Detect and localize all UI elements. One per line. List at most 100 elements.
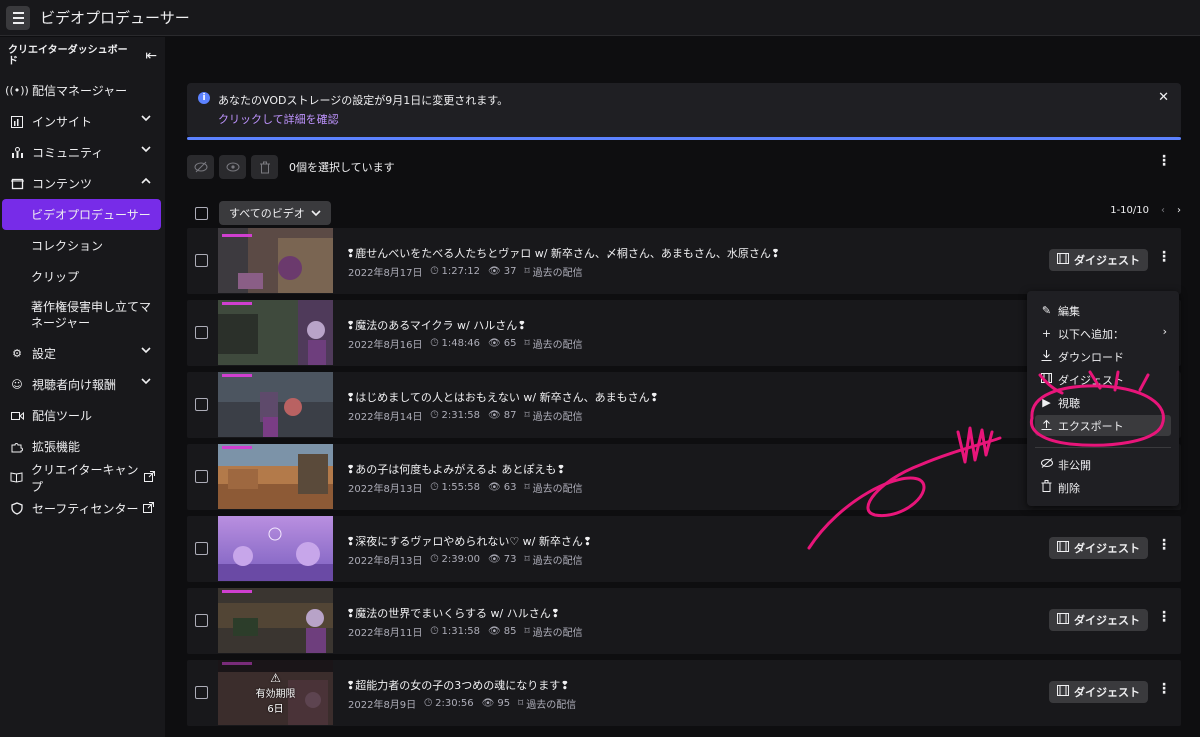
sidebar-item-label: コンテンツ (32, 177, 93, 191)
video-type: 過去の配信 (532, 340, 583, 351)
video-title[interactable]: ❢鹿せんべいをたべる人たちとヴァロ w/ 新卒さん、〆桐さん、あまもさん、水原さ… (346, 245, 780, 261)
menu-item-label: 非公開 (1058, 458, 1091, 472)
menu-item-unpublish[interactable]: 非公開 (1035, 454, 1171, 475)
row-checkbox[interactable] (195, 398, 208, 411)
video-views: 85 (503, 626, 517, 637)
menu-item-download[interactable]: ダウンロード (1035, 346, 1171, 367)
type-group: ⌑ 過去の配信 (524, 408, 582, 423)
menu-item-edit[interactable]: ✎ 編集 (1035, 300, 1171, 321)
more-options-icon[interactable]: ⋮ (1157, 153, 1171, 169)
digest-button[interactable]: ダイジェスト (1049, 609, 1148, 631)
row-checkbox[interactable] (195, 542, 208, 555)
video-duration: 1:31:58 (441, 626, 481, 637)
digest-label: ダイジェスト (1074, 686, 1140, 699)
digest-button[interactable]: ダイジェスト (1049, 249, 1148, 271)
sidebar-item-safety-center[interactable]: セーフティセンター (0, 493, 165, 524)
sidebar-item-collections[interactable]: コレクション (0, 230, 165, 261)
table-row[interactable]: ❢深夜にするヴァロやめられない♡ w/ 新卒さん❢ 2022年8月13日 🕒︎ 2… (187, 516, 1181, 582)
video-views: 73 (503, 554, 517, 565)
row-checkbox[interactable] (195, 326, 208, 339)
sidebar-title: クリエイターダッシュボード (8, 45, 128, 67)
unpublish-selected-button[interactable] (187, 155, 214, 179)
video-thumbnail[interactable] (218, 228, 333, 293)
eye-icon: 👁︎ (488, 266, 501, 277)
sidebar-item-community[interactable]: コミュニティ (0, 137, 165, 168)
sidebar-item-content[interactable]: コンテンツ (0, 168, 165, 199)
video-thumbnail[interactable] (218, 444, 333, 509)
external-link-icon (142, 501, 154, 516)
filter-row: すべてのビデオ 1-10/10 ‹ › (187, 201, 1181, 225)
hamburger-menu-button[interactable] (6, 5, 30, 30)
video-title[interactable]: ❢あの子は何度もよみがえるよ あとぽえも❢ (346, 461, 566, 477)
sidebar-item-label: コミュニティ (32, 146, 104, 160)
table-row[interactable]: ❢魔法の世界でまいくらする w/ ハルさん❢ 2022年8月11日 🕒︎ 1:31… (187, 588, 1181, 654)
row-more-options-icon[interactable]: ⋮ (1157, 537, 1171, 553)
video-filter-dropdown[interactable]: すべてのビデオ (219, 201, 331, 225)
storage-notice-banner: i あなたのVODストレージの設定が9月1日に変更されます。 クリックして詳細を… (187, 83, 1181, 140)
row-more-options-icon[interactable]: ⋮ (1157, 609, 1171, 625)
menu-item-watch[interactable]: ▶ 視聴 (1035, 392, 1171, 413)
video-views: 37 (503, 266, 517, 277)
sidebar-item-clips[interactable]: クリップ (0, 261, 165, 292)
select-all-checkbox[interactable] (195, 207, 208, 220)
menu-item-delete[interactable]: 削除 (1035, 477, 1171, 498)
sidebar-item-video-producer[interactable]: ビデオプロデューサー (2, 199, 161, 230)
sidebar-item-extensions[interactable]: 拡張機能 (0, 431, 165, 462)
duration-group: 🕒︎ 2:31:58 (431, 408, 480, 423)
sidebar-item-label: 視聴者向け報酬 (32, 378, 117, 392)
video-thumbnail[interactable] (218, 516, 333, 581)
page-range: 1-10/10 (1110, 205, 1149, 216)
views-group: 👁︎ 65 (488, 336, 516, 351)
table-row[interactable]: ⚠ 有効期限 6日 ❢超能力者の女の子の3つめの魂になります❢ 2022年8月9… (187, 660, 1181, 726)
notice-details-link[interactable]: クリックして詳細を確認 (218, 111, 339, 127)
menu-divider (1035, 447, 1171, 448)
video-thumbnail[interactable] (218, 372, 333, 437)
row-checkbox[interactable] (195, 614, 208, 627)
video-title[interactable]: ❢深夜にするヴァロやめられない♡ w/ 新卒さん❢ (346, 533, 592, 549)
video-thumbnail[interactable]: ⚠ 有効期限 6日 (218, 660, 333, 725)
sidebar-header: クリエイターダッシュボード ⇤ (0, 37, 165, 75)
menu-item-add-to[interactable]: + 以下へ追加： (1035, 323, 1171, 344)
clock-icon: 🕒︎ (430, 410, 439, 421)
video-views: 95 (497, 698, 511, 709)
menu-item-digest[interactable]: ダイジェスト (1035, 369, 1171, 390)
views-group: 👁︎ 63 (488, 480, 516, 495)
sidebar-item-settings[interactable]: ⚙ 設定 (0, 338, 165, 369)
video-date: 2022年8月13日 (348, 484, 423, 495)
digest-button[interactable]: ダイジェスト (1049, 681, 1148, 703)
sidebar-item-creator-camp[interactable]: クリエイターキャンプ (0, 462, 165, 494)
row-checkbox[interactable] (195, 254, 208, 267)
row-checkbox[interactable] (195, 470, 208, 483)
prev-page-icon[interactable]: ‹ (1161, 205, 1165, 216)
row-more-options-icon[interactable]: ⋮ (1157, 249, 1171, 265)
video-thumbnail[interactable] (218, 588, 333, 653)
video-title[interactable]: ❢魔法のあるマイクラ w/ ハルさん❢ (346, 317, 526, 333)
sidebar-item-stream-manager[interactable]: ((•)) 配信マネージャー (0, 75, 165, 106)
digest-button[interactable]: ダイジェスト (1049, 537, 1148, 559)
sidebar-item-copyright-claims[interactable]: 著作権侵害申し立てマネージャー (0, 292, 165, 338)
row-more-options-icon[interactable]: ⋮ (1157, 681, 1171, 697)
sidebar-item-insights[interactable]: インサイト (0, 106, 165, 137)
chevron-down-icon (141, 114, 151, 125)
next-page-icon[interactable]: › (1177, 205, 1181, 216)
menu-item-label: ダイジェスト (1058, 373, 1124, 387)
chevron-right-icon: › (1162, 325, 1167, 338)
video-title[interactable]: ❢魔法の世界でまいくらする w/ ハルさん❢ (346, 605, 560, 621)
delete-selected-button[interactable] (251, 155, 278, 179)
video-title[interactable]: ❢超能力者の女の子の3つめの魂になります❢ (346, 677, 569, 693)
collapse-sidebar-icon[interactable]: ⇤ (145, 48, 157, 64)
row-checkbox[interactable] (195, 686, 208, 699)
publish-selected-button[interactable] (219, 155, 246, 179)
eye-icon: 👁︎ (488, 626, 501, 637)
video-title[interactable]: ❢はじめましての人とはおもえない w/ 新卒さん、あまもさん❢ (346, 389, 659, 405)
clock-icon: 🕒︎ (430, 338, 439, 349)
type-group: ⌑ 過去の配信 (524, 480, 582, 495)
sidebar-item-stream-tools[interactable]: 配信ツール (0, 400, 165, 431)
sidebar-item-label: 拡張機能 (32, 440, 81, 454)
table-row[interactable]: ❢鹿せんべいをたべる人たちとヴァロ w/ 新卒さん、〆桐さん、あまもさん、水原さ… (187, 228, 1181, 294)
download-icon (1041, 349, 1052, 364)
video-thumbnail[interactable] (218, 300, 333, 365)
sidebar-item-viewer-rewards[interactable]: ☺ 視聴者向け報酬 (0, 369, 165, 400)
menu-item-export[interactable]: エクスポート (1035, 415, 1171, 436)
close-icon[interactable]: ✕ (1158, 90, 1169, 105)
